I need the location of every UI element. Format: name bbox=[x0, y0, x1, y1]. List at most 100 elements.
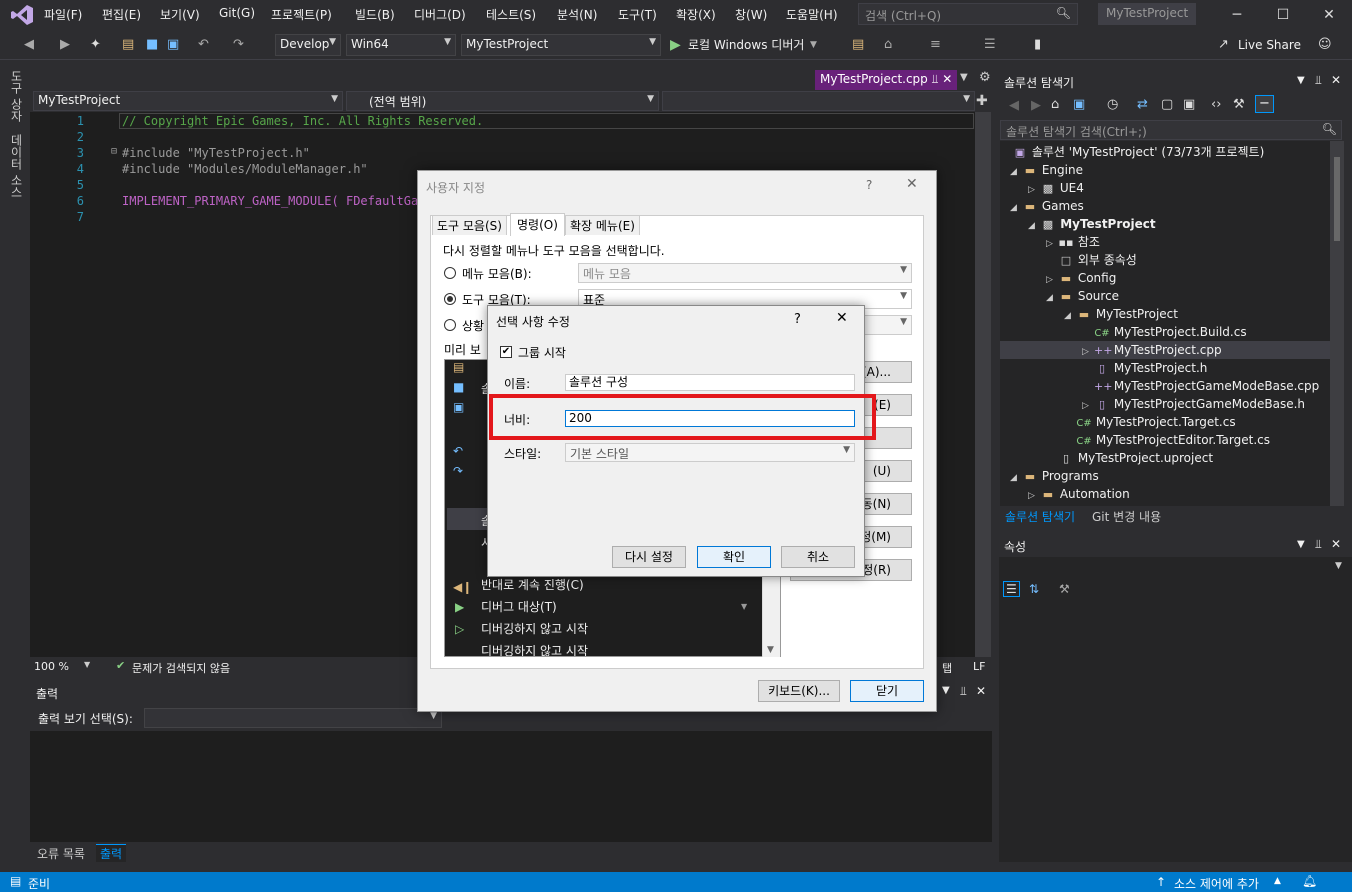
context-menu-radio[interactable] bbox=[444, 319, 456, 331]
expanded-icon[interactable]: ◢ bbox=[1010, 199, 1022, 217]
save-icon[interactable]: ■ bbox=[146, 37, 158, 53]
tree-item[interactable]: C# MyTestProjectEditor.Target.cs bbox=[1076, 431, 1270, 449]
tree-item[interactable]: ▷ ▬ Automation bbox=[1028, 485, 1130, 503]
back-icon[interactable]: ◀ bbox=[1009, 98, 1019, 114]
expanded-icon[interactable]: ◢ bbox=[1046, 289, 1058, 307]
browse-icon[interactable]: ▤ bbox=[852, 37, 864, 53]
tree-item[interactable]: ++ MyTestProjectGameModeBase.cpp bbox=[1094, 377, 1319, 395]
expanded-icon[interactable]: ◢ bbox=[1064, 307, 1076, 325]
tab-output[interactable]: 출력 bbox=[96, 844, 127, 862]
refresh-icon[interactable]: ▢ bbox=[1161, 97, 1173, 113]
tree-item[interactable]: ▯ MyTestProject.h bbox=[1094, 359, 1207, 377]
chevron-up-icon[interactable]: ▲ bbox=[1274, 876, 1281, 886]
split-icon[interactable]: ✚ bbox=[976, 93, 988, 109]
menu-help[interactable]: 도움말(H) bbox=[786, 6, 838, 23]
debugger-button[interactable]: 로컬 Windows 디버거 bbox=[688, 37, 804, 53]
forward-icon[interactable]: ▶ bbox=[60, 37, 70, 53]
source-control-button[interactable]: 소스 제어에 추가 bbox=[1174, 875, 1259, 892]
live-share-icon[interactable]: ↗ bbox=[1218, 37, 1229, 53]
pin-icon[interactable]: ⫫ bbox=[960, 684, 967, 699]
help-icon[interactable]: ? bbox=[794, 312, 801, 327]
menu-bar-radio[interactable] bbox=[444, 267, 456, 279]
help-icon[interactable]: ? bbox=[866, 178, 872, 192]
collapse-all-icon[interactable]: ▣ bbox=[1183, 97, 1195, 113]
menu-edit[interactable]: 편집(E) bbox=[102, 6, 141, 23]
tree-item[interactable]: ◢ ▬ Engine bbox=[1010, 161, 1083, 179]
collapsed-icon[interactable]: ▷ bbox=[1046, 235, 1058, 253]
menu-extensions[interactable]: 확장(X) bbox=[676, 6, 716, 23]
history-icon[interactable]: ◷ bbox=[1107, 97, 1118, 113]
tab-extension-menu[interactable]: 확장 메뉴(E) bbox=[565, 215, 640, 235]
comment-icon[interactable]: ☰ bbox=[984, 37, 996, 53]
tree-item[interactable]: C# MyTestProject.Target.cs bbox=[1076, 413, 1235, 431]
tree-item[interactable]: ▷ ▩ UE4 bbox=[1028, 179, 1084, 197]
save-all-icon[interactable]: ▣ bbox=[167, 37, 179, 53]
start-debug-icon[interactable]: ▶ bbox=[670, 37, 681, 53]
back-icon[interactable]: ◀ bbox=[24, 37, 34, 53]
sync-icon[interactable]: ⇄ bbox=[1137, 97, 1148, 113]
solution-tree-scrollbar[interactable] bbox=[1330, 141, 1344, 506]
output-text[interactable] bbox=[30, 731, 992, 842]
tab-commands[interactable]: 명령(O) bbox=[510, 213, 565, 236]
close-icon[interactable]: ✕ bbox=[1331, 73, 1341, 87]
property-pages-icon[interactable]: ⚒ bbox=[1059, 582, 1070, 596]
bookmark-icon[interactable]: ▮ bbox=[1034, 37, 1041, 53]
menu-build[interactable]: 빌드(B) bbox=[355, 6, 395, 23]
tab-solution-explorer[interactable]: 솔루션 탐색기 bbox=[1005, 508, 1075, 525]
tree-item[interactable]: ▷ ▪▪ 참조 bbox=[1046, 233, 1100, 251]
cancel-button[interactable]: 취소 bbox=[781, 546, 855, 568]
tree-item[interactable]: ◢ ▬ MyTestProject bbox=[1064, 305, 1178, 323]
tree-item-selected[interactable]: ▷ ++ MyTestProject.cpp bbox=[1000, 341, 1330, 359]
style-select[interactable]: 기본 스타일 ▼ bbox=[565, 443, 855, 462]
close-button[interactable]: 닫기 bbox=[850, 680, 924, 702]
configuration-select[interactable]: Develop ▼ bbox=[275, 34, 341, 56]
minimize-icon[interactable]: ─ bbox=[1214, 0, 1260, 30]
feedback-icon[interactable]: ☺ bbox=[1318, 37, 1332, 53]
forward-icon[interactable]: ▶ bbox=[1031, 98, 1041, 114]
close-icon[interactable]: ✕ bbox=[976, 684, 986, 698]
maximize-icon[interactable]: ☐ bbox=[1260, 0, 1306, 30]
tree-item[interactable]: □ 외부 종속성 bbox=[1058, 251, 1137, 269]
scope-nav-select[interactable]: (전역 범위) ▼ bbox=[346, 91, 659, 111]
chevron-down-icon[interactable]: ▼ bbox=[942, 685, 950, 696]
reset-button[interactable]: 다시 설정 bbox=[612, 546, 686, 568]
begin-group-checkbox[interactable]: ✔ bbox=[500, 346, 512, 358]
close-icon[interactable]: ✕ bbox=[836, 310, 848, 326]
tree-item[interactable]: ◢ ▬ Source bbox=[1046, 287, 1119, 305]
live-share-button[interactable]: Live Share bbox=[1238, 37, 1301, 53]
open-folder-icon[interactable]: ▤ bbox=[122, 37, 134, 53]
close-icon[interactable]: ✕ bbox=[1306, 0, 1352, 30]
collapsed-icon[interactable]: ▷ bbox=[1028, 487, 1040, 505]
sort-alpha-icon[interactable]: ⇅ bbox=[1029, 582, 1039, 596]
member-nav-select[interactable]: ▼ bbox=[662, 91, 975, 111]
chevron-down-icon[interactable]: ▼ bbox=[810, 37, 817, 53]
collapse-icon[interactable]: ⊟ bbox=[111, 146, 117, 157]
data-sources-tab[interactable]: 데이터 소스 bbox=[8, 134, 25, 198]
toolbox-tab[interactable]: 도구 상자 bbox=[8, 70, 25, 122]
menu-window[interactable]: 창(W) bbox=[735, 6, 767, 23]
new-project-icon[interactable]: ✦ bbox=[90, 37, 101, 53]
close-icon[interactable]: ✕ bbox=[1331, 537, 1341, 551]
pin-icon[interactable]: ⫫ bbox=[1315, 537, 1322, 552]
menu-view[interactable]: 보기(V) bbox=[160, 6, 200, 23]
ok-button[interactable]: 확인 bbox=[697, 546, 771, 568]
chevron-down-icon[interactable]: ▼ bbox=[960, 72, 968, 83]
pin-icon[interactable]: ⫫ bbox=[1315, 73, 1322, 88]
home-icon[interactable]: ⌂ bbox=[1051, 97, 1059, 113]
menu-analyze[interactable]: 분석(N) bbox=[557, 6, 597, 23]
code-icon[interactable]: ‹› bbox=[1211, 97, 1221, 113]
tree-item[interactable]: ◢ ▬ Programs bbox=[1010, 467, 1099, 485]
solution-search-input[interactable]: 솔루션 탐색기 검색(Ctrl+;) 🔍︎ bbox=[1000, 120, 1342, 140]
gear-icon[interactable]: ⚙ bbox=[979, 70, 991, 85]
tab-error-list[interactable]: 오류 목록 bbox=[37, 845, 85, 862]
toolbox-icon[interactable]: ⌂ bbox=[884, 37, 892, 53]
menu-git[interactable]: Git(G) bbox=[219, 6, 255, 20]
redo-icon[interactable]: ↷ bbox=[233, 37, 244, 53]
search-input[interactable]: 검색 (Ctrl+Q) 🔍︎ bbox=[858, 3, 1078, 25]
menu-project[interactable]: 프로젝트(P) bbox=[271, 6, 332, 23]
chevron-down-icon[interactable]: ▼ bbox=[1297, 539, 1305, 550]
startup-project-select[interactable]: MyTestProject ▼ bbox=[461, 34, 661, 56]
indent-mode[interactable]: 탭 bbox=[942, 660, 952, 676]
tree-item[interactable]: ▯ MyTestProject.uproject bbox=[1058, 449, 1213, 467]
tree-item[interactable]: ▷ ▯ MyTestProjectGameModeBase.h bbox=[1082, 395, 1305, 413]
